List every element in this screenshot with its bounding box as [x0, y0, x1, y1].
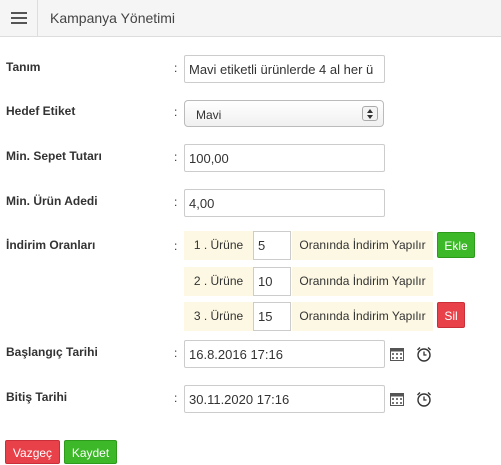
calendar-icon[interactable]	[390, 348, 404, 361]
cancel-button[interactable]: Vazgeç	[5, 440, 60, 464]
indirim-row-2-rate[interactable]: 10	[253, 267, 291, 296]
min-urun-input[interactable]: 4,00	[184, 189, 385, 217]
clock-icon[interactable]	[416, 391, 432, 407]
hedef-etiket-select[interactable]: Mavi	[184, 100, 384, 127]
tanim-label: Tanım	[6, 60, 41, 74]
clock-icon[interactable]	[416, 346, 432, 362]
indirim-row-3-prefix: 3 . Ürüne	[184, 302, 253, 331]
select-arrows-icon	[362, 106, 378, 121]
baslangic-colon: :	[174, 346, 178, 360]
indirim-row-1-suffix: Oranında İndirim Yapılır	[292, 231, 433, 260]
indirim-row-3-suffix: Oranında İndirim Yapılır	[292, 302, 433, 331]
min-urun-label: Min. Ürün Adedi	[6, 194, 98, 208]
indirim-row-1-rate[interactable]: 5	[253, 231, 291, 260]
min-sepet-colon: :	[174, 150, 178, 164]
menu-toggle-button[interactable]	[0, 0, 38, 37]
bitis-colon: :	[174, 391, 178, 405]
page-header: Kampanya Yönetimi	[0, 0, 501, 37]
page-title: Kampanya Yönetimi	[50, 10, 176, 26]
indirim-row-3-rate[interactable]: 15	[253, 302, 291, 331]
indirim-colon: :	[174, 239, 178, 253]
add-rate-button[interactable]: Ekle	[437, 232, 475, 258]
bitis-input[interactable]: 30.11.2020 17:16	[184, 385, 385, 413]
indirim-row-2-suffix: Oranında İndirim Yapılır	[292, 267, 433, 296]
delete-rate-button[interactable]: Sil	[437, 302, 465, 328]
hedef-etiket-label: Hedef Etiket	[6, 104, 76, 118]
hedef-etiket-value: Mavi	[196, 108, 222, 122]
bitis-label: Bitiş Tarihi	[6, 390, 68, 404]
save-button[interactable]: Kaydet	[64, 440, 117, 464]
indirim-row-1-prefix: 1 . Ürüne	[184, 231, 253, 260]
baslangic-input[interactable]: 16.8.2016 17:16	[184, 340, 385, 368]
min-sepet-input[interactable]: 100,00	[184, 144, 385, 172]
tanim-colon: :	[174, 61, 178, 75]
min-urun-colon: :	[174, 195, 178, 209]
indirim-label: İndirim Oranları	[6, 238, 96, 252]
indirim-row-2-prefix: 2 . Ürüne	[184, 267, 253, 296]
min-sepet-label: Min. Sepet Tutarı	[6, 149, 102, 163]
hamburger-icon	[11, 12, 27, 24]
tanim-input[interactable]: Mavi etiketli ürünlerde 4 al her ü	[184, 55, 385, 83]
baslangic-label: Başlangıç Tarihi	[6, 345, 98, 359]
hedef-etiket-colon: :	[174, 105, 178, 119]
calendar-icon[interactable]	[390, 393, 404, 406]
